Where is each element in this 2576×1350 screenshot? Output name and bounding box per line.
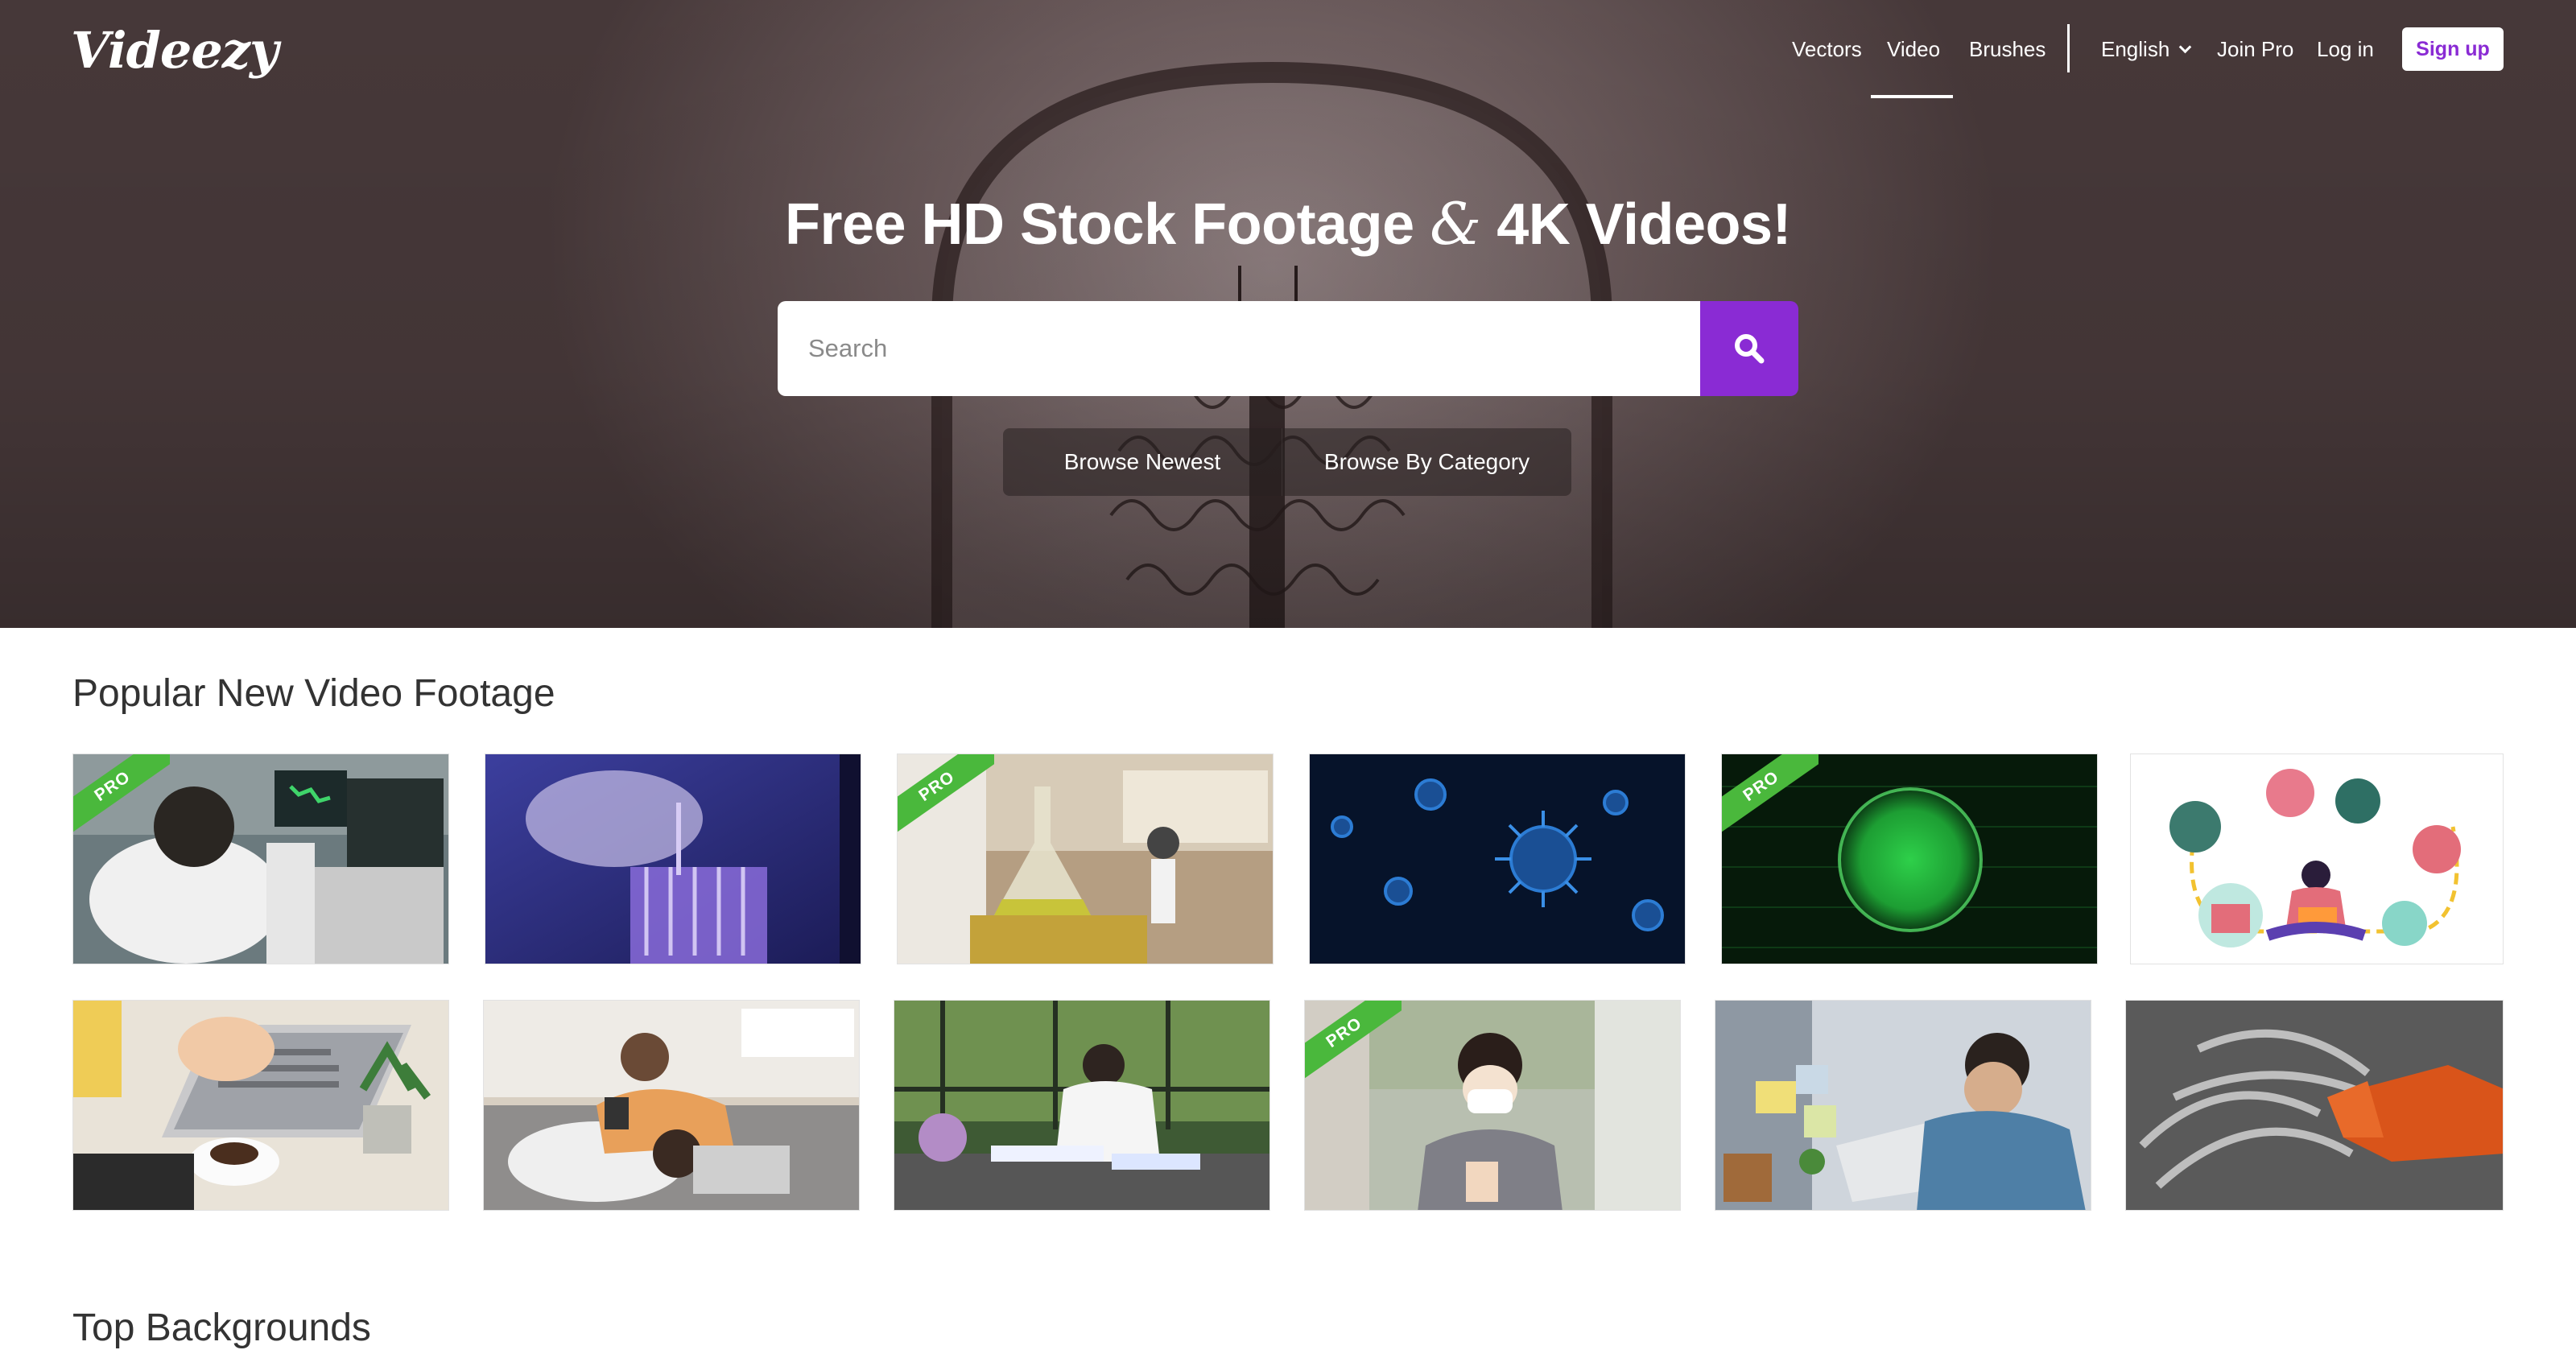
thumbnail-image-woman-coffee <box>894 1001 1269 1210</box>
hero-title: Free HD Stock Footage & 4K Videos! <box>0 190 2576 258</box>
backgrounds-section-title: Top Backgrounds <box>72 1307 371 1349</box>
signup-button[interactable]: Sign up <box>2402 27 2504 71</box>
nav-link-vectors[interactable]: Vectors <box>1792 37 1862 62</box>
nav-active-indicator <box>1871 95 1953 98</box>
login-link[interactable]: Log in <box>2317 37 2374 62</box>
chevron-down-icon <box>2179 40 2192 54</box>
popular-section-title: Popular New Video Footage <box>72 672 555 715</box>
nav-divider <box>2067 24 2070 72</box>
search-input[interactable] <box>778 301 1700 396</box>
video-thumbnail[interactable]: PRO <box>1721 753 2098 964</box>
top-nav: Videezy Vectors Video Brushes English Jo… <box>0 0 2576 103</box>
thumbnail-image-lab-vials <box>485 754 861 964</box>
hero-title-part2: 4K Videos! <box>1480 192 1792 257</box>
thumbnail-image-ecommerce-illustration <box>2131 754 2503 964</box>
thumbnail-image-laptop-coffee <box>73 1001 448 1210</box>
thumbnail-image-glove-cleaning <box>2126 1001 2503 1210</box>
thumbnail-image-scientist-microscope <box>73 754 448 964</box>
video-thumbnail[interactable] <box>485 753 861 964</box>
thumbnail-image-blue-virus <box>1310 754 1685 964</box>
video-thumbnail[interactable] <box>1309 753 1686 964</box>
hero-banner: Videezy Vectors Video Brushes English Jo… <box>0 0 2576 628</box>
video-thumbnail[interactable] <box>1715 1000 2091 1211</box>
language-label: English <box>2101 37 2170 61</box>
browse-buttons: Browse Newest Browse By Category <box>1003 428 1571 496</box>
thumbnail-image-couple-sofa <box>484 1001 859 1210</box>
nav-link-video[interactable]: Video <box>1887 37 1940 62</box>
video-thumbnail[interactable] <box>2130 753 2504 964</box>
video-thumbnail[interactable]: PRO <box>1304 1000 1681 1211</box>
join-pro-link[interactable]: Join Pro <box>2217 37 2293 62</box>
video-thumbnail[interactable] <box>2125 1000 2504 1211</box>
hero-title-ampersand: & <box>1430 190 1481 258</box>
video-thumbnail[interactable]: PRO <box>897 753 1274 964</box>
hero-title-part1: Free HD Stock Footage <box>784 192 1430 257</box>
language-selector[interactable]: English <box>2101 37 2192 62</box>
thumbnail-image-lab-flask <box>898 754 1273 964</box>
video-thumbnail[interactable] <box>483 1000 860 1211</box>
video-thumbnail[interactable] <box>72 1000 449 1211</box>
browse-category-button[interactable]: Browse By Category <box>1282 428 1571 496</box>
video-thumbnail[interactable]: PRO <box>72 753 449 964</box>
thumbnail-image-green-cell <box>1722 754 2097 964</box>
search-icon <box>1735 334 1765 364</box>
nav-link-brushes[interactable]: Brushes <box>1969 37 2046 62</box>
site-logo[interactable]: Videezy <box>71 21 279 80</box>
thumbnail-image-masked-woman <box>1305 1001 1680 1210</box>
video-thumbnail[interactable] <box>894 1000 1270 1211</box>
browse-newest-button[interactable]: Browse Newest <box>1003 428 1282 496</box>
search-button[interactable] <box>1700 301 1798 396</box>
thumbnail-image-tired-man <box>1715 1001 2091 1210</box>
search-bar <box>778 301 1798 396</box>
